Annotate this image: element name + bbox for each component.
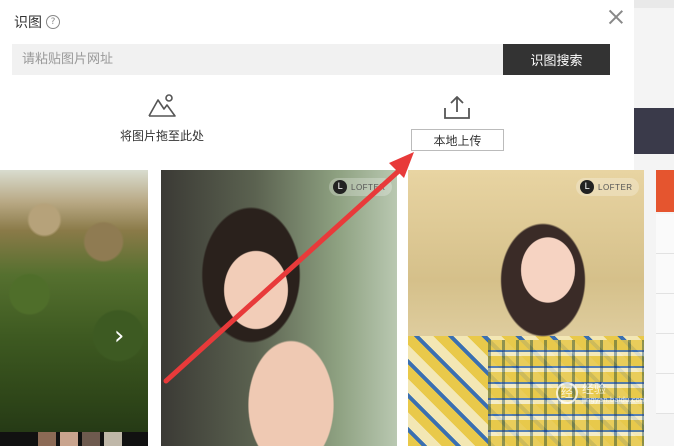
right-sidebar-accent-block[interactable] xyxy=(656,170,674,212)
thumbnail[interactable] xyxy=(60,432,78,446)
right-sidebar-cell[interactable] xyxy=(656,334,674,374)
thumbnail[interactable] xyxy=(82,432,100,446)
right-sidebar-list xyxy=(656,214,674,446)
image-search-button[interactable]: 识图搜索 xyxy=(503,44,610,75)
right-sidebar-cell[interactable] xyxy=(656,254,674,294)
right-sidebar-dark-block xyxy=(634,108,674,154)
right-sidebar-cell[interactable] xyxy=(656,374,674,414)
drag-drop-area[interactable]: 将图片拖至此处 xyxy=(100,92,224,152)
portrait-image-card[interactable]: L LOFTER xyxy=(161,170,397,446)
lofter-logo-icon: L xyxy=(580,180,594,194)
right-sidebar-top xyxy=(634,0,674,8)
forest-image-card[interactable]: › xyxy=(0,170,148,446)
image-mountain-icon xyxy=(148,94,176,117)
right-sidebar-cell[interactable] xyxy=(656,214,674,254)
thumbnail[interactable] xyxy=(104,432,122,446)
close-icon[interactable] xyxy=(607,8,625,26)
thumbnail-strip xyxy=(0,432,148,446)
next-arrow-icon[interactable]: › xyxy=(114,322,134,350)
lofter-badge: L LOFTER xyxy=(329,178,392,196)
thumbnail[interactable] xyxy=(38,432,56,446)
lofter-logo-icon: L xyxy=(333,180,347,194)
lofter-badge-text: LOFTER xyxy=(351,182,386,192)
lofter-badge: L LOFTER xyxy=(576,178,639,196)
help-icon[interactable]: ? xyxy=(46,15,60,29)
drag-drop-label: 将图片拖至此处 xyxy=(119,129,204,143)
right-sidebar-cell[interactable] xyxy=(656,294,674,334)
watermark-logo-icon: 经 xyxy=(556,382,578,404)
image-url-input[interactable] xyxy=(12,44,503,75)
dialog-title: 识图 ? xyxy=(14,12,60,32)
watermark-subtext: jingyan.baidu.com xyxy=(582,395,647,404)
watermark-text: 经验 xyxy=(582,381,607,396)
image-search-dialog: 识图 ? 识图搜索 将图片拖至此处 本地上传 xyxy=(0,0,634,162)
watermark: 经 经验 jingyan.baidu.com xyxy=(556,382,647,404)
girl-image-card[interactable]: L LOFTER xyxy=(408,170,644,446)
local-upload-button[interactable]: 本地上传 xyxy=(411,129,504,151)
upload-icon[interactable] xyxy=(443,94,471,120)
lofter-badge-text: LOFTER xyxy=(598,182,633,192)
dialog-title-text: 识图 xyxy=(14,15,42,31)
